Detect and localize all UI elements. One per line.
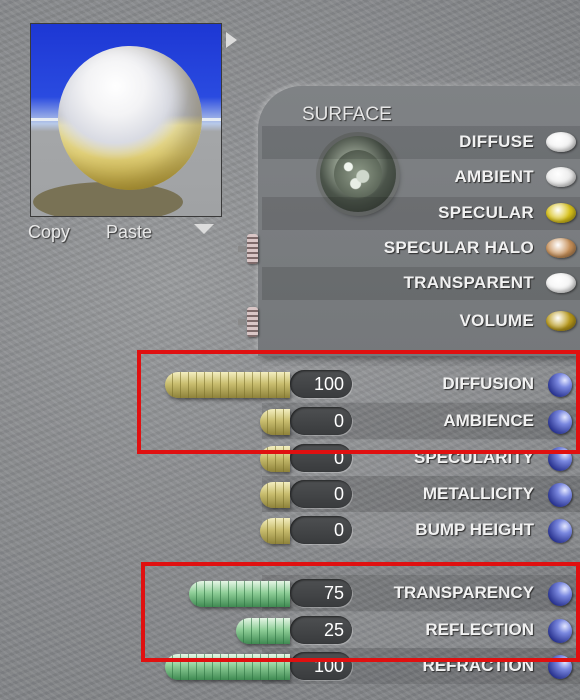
param-value-field[interactable]: 25 [290,616,352,644]
channel-label: AMBIENT [454,167,534,186]
param-label: REFLECTION [425,620,534,639]
param-row-bump-height: 0 BUMP HEIGHT [0,512,580,548]
texture-map-orb-icon[interactable] [548,619,572,643]
copy-button[interactable]: Copy [28,222,70,243]
param-value-field[interactable]: 0 [290,407,352,435]
param-slider-track[interactable] [260,446,290,472]
param-label: METALLICITY [422,484,534,503]
color-swatch-button[interactable] [546,203,576,223]
color-swatch-button[interactable] [546,167,576,187]
channel-row-transparent[interactable]: TRANSPARENT [262,267,580,300]
param-label: AMBIENCE [443,411,534,430]
param-value-field[interactable]: 0 [290,444,352,472]
param-value-field[interactable]: 100 [290,652,352,680]
param-row-ambience: 0 AMBIENCE [0,403,580,439]
param-value-field[interactable]: 0 [290,516,352,544]
param-row-specularity: 0 SPECULARITY [0,440,580,476]
param-slider-track[interactable] [260,482,290,508]
param-value-field[interactable]: 0 [290,480,352,508]
param-row-reflection: 25 REFLECTION [0,612,580,648]
channel-label: DIFFUSE [459,132,534,151]
param-slider-track[interactable] [165,372,290,398]
preview-sphere [58,46,202,190]
color-swatch-button[interactable] [546,311,576,331]
channel-row-ambient[interactable]: AMBIENT [262,161,580,194]
param-row-transparency: 75 TRANSPARENCY [0,575,580,611]
param-slider-track[interactable] [236,618,290,644]
param-slider-track[interactable] [165,654,290,680]
param-slider-track[interactable] [260,409,290,435]
param-slider-track[interactable] [260,518,290,544]
channel-row-specular[interactable]: SPECULAR [262,197,580,230]
surface-title: SURFACE [302,104,392,125]
param-label: DIFFUSION [442,374,534,393]
texture-map-orb-icon[interactable] [548,410,572,434]
color-swatch-button[interactable] [546,132,576,152]
color-swatch-button[interactable] [546,238,576,258]
specular-halo-mini-slider[interactable] [247,234,258,264]
channel-label: SPECULAR HALO [383,238,534,257]
channel-row-diffuse[interactable]: DIFFUSE [262,126,580,159]
param-label: SPECULARITY [414,448,534,467]
param-value-field[interactable]: 100 [290,370,352,398]
channel-label: SPECULAR [438,203,534,222]
preview-expand-arrow-icon[interactable] [226,32,237,48]
preset-dropdown-arrow-icon[interactable] [194,224,214,234]
param-row-diffusion: 100 DIFFUSION [0,366,580,402]
channel-label: VOLUME [459,311,534,330]
material-preview [30,23,222,217]
param-slider-track[interactable] [189,581,290,607]
channel-row-specular-halo[interactable]: SPECULAR HALO [262,232,580,265]
param-label: REFRACTION [422,656,534,675]
param-row-metallicity: 0 METALLICITY [0,476,580,512]
param-row-refraction: 100 REFRACTION [0,648,580,684]
param-label: TRANSPARENCY [393,583,534,602]
texture-map-orb-icon[interactable] [548,447,572,471]
color-swatch-button[interactable] [546,273,576,293]
param-label: BUMP HEIGHT [415,520,534,539]
sphere-shadow [33,182,183,216]
volume-mini-slider[interactable] [247,307,258,337]
texture-map-orb-icon[interactable] [548,373,572,397]
channel-row-volume[interactable]: VOLUME [262,305,580,338]
texture-map-orb-icon[interactable] [548,582,572,606]
param-value-field[interactable]: 75 [290,579,352,607]
texture-map-orb-icon[interactable] [548,483,572,507]
texture-map-orb-icon[interactable] [548,519,572,543]
channel-label: TRANSPARENT [403,273,534,292]
slider-stem [238,319,246,325]
texture-map-orb-icon[interactable] [548,655,572,679]
slider-stem [238,246,246,252]
paste-button[interactable]: Paste [106,222,152,243]
